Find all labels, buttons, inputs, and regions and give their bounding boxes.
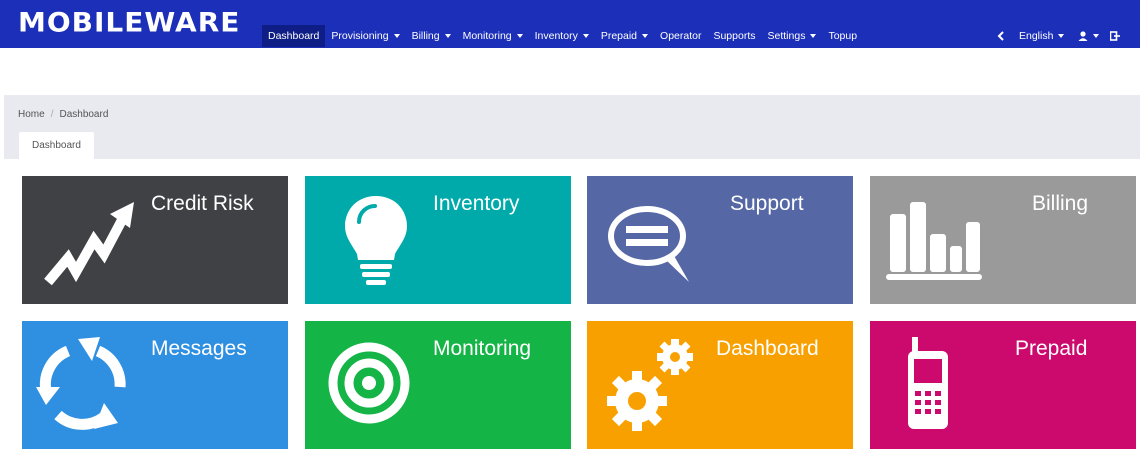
tile-monitoring[interactable]: Monitoring [305, 321, 571, 449]
sign-out-icon [1110, 31, 1121, 42]
nav-label: Monitoring [462, 30, 512, 42]
caret-down-icon [642, 34, 649, 39]
nav-item-settings[interactable]: Settings [762, 25, 823, 47]
tile-dashboard[interactable]: Dashboard [587, 321, 853, 449]
nav-item-provisioning[interactable]: Provisioning [325, 25, 405, 47]
tile-credit-risk[interactable]: Credit Risk [22, 176, 288, 304]
nav-label: Provisioning [331, 30, 389, 42]
nav-label: Topup [828, 30, 858, 42]
breadcrumb-home[interactable]: Home [18, 109, 45, 120]
brand-logo[interactable]: MOBILEWARE [18, 7, 240, 39]
refresh-cycle-icon [36, 337, 126, 430]
breadcrumb-separator: / [50, 109, 54, 120]
mobile-phone-icon [908, 337, 948, 429]
nav-label: Inventory [534, 30, 578, 42]
caret-down-icon [582, 34, 589, 39]
speech-bubble-icon [608, 206, 689, 282]
lightbulb-icon [345, 196, 407, 285]
chevron-left-icon [997, 31, 1004, 41]
breadcrumb-bar: Home / Dashboard Dashboard [4, 95, 1140, 159]
nav-label: Settings [767, 30, 806, 42]
nav-right: English [990, 25, 1122, 47]
tile-title: Support [730, 192, 804, 215]
tile-prepaid[interactable]: Prepaid [870, 321, 1136, 449]
target-icon [328, 342, 410, 424]
caret-down-icon [810, 34, 817, 39]
nav-label: Operator [660, 30, 702, 42]
gears-icon [607, 339, 693, 431]
caret-down-icon [444, 34, 451, 39]
user-icon [1078, 31, 1088, 42]
nav-label: Billing [411, 30, 440, 42]
tile-messages[interactable]: Messages [22, 321, 288, 449]
nav-item-topup[interactable]: Topup [822, 25, 863, 47]
main-nav: Dashboard Provisioning Billing Monitorin… [262, 25, 863, 47]
tile-title: Dashboard [716, 337, 819, 360]
breadcrumb: Home / Dashboard [18, 109, 108, 120]
nav-item-monitoring[interactable]: Monitoring [457, 25, 529, 47]
tile-title: Prepaid [1015, 337, 1088, 360]
tile-title: Billing [1032, 192, 1089, 215]
caret-down-icon [1058, 34, 1065, 39]
tile-billing[interactable]: Billing [870, 176, 1136, 304]
nav-item-dashboard[interactable]: Dashboard [262, 25, 326, 47]
nav-label: Supports [713, 30, 756, 42]
tile-title: Monitoring [433, 337, 532, 360]
caret-down-icon [1093, 34, 1100, 39]
top-navbar: MOBILEWARE Dashboard Provisioning Billin… [0, 0, 1140, 48]
language-dropdown[interactable]: English [1012, 25, 1071, 47]
collapse-button[interactable] [990, 25, 1012, 47]
nav-item-operator[interactable]: Operator [654, 25, 707, 47]
language-label: English [1019, 30, 1054, 42]
user-menu[interactable] [1071, 25, 1106, 47]
caret-down-icon [516, 34, 523, 39]
caret-down-icon [393, 34, 400, 39]
nav-item-prepaid[interactable]: Prepaid [595, 25, 654, 47]
nav-label: Prepaid [600, 30, 638, 42]
tile-title: Inventory [433, 192, 520, 215]
tile-title: Credit Risk [151, 192, 254, 215]
breadcrumb-current: Dashboard [59, 109, 109, 120]
tab-dashboard[interactable]: Dashboard [19, 132, 94, 159]
nav-item-inventory[interactable]: Inventory [529, 25, 595, 47]
bar-chart-icon [886, 202, 982, 280]
logout-button[interactable] [1106, 25, 1122, 47]
nav-item-billing[interactable]: Billing [406, 25, 457, 47]
tile-inventory[interactable]: Inventory [305, 176, 571, 304]
tile-title: Messages [151, 337, 247, 360]
nav-label: Dashboard [268, 30, 320, 42]
rising-chart-arrow-icon [44, 202, 134, 286]
nav-item-supports[interactable]: Supports [707, 25, 761, 47]
tile-support[interactable]: Support [587, 176, 853, 304]
